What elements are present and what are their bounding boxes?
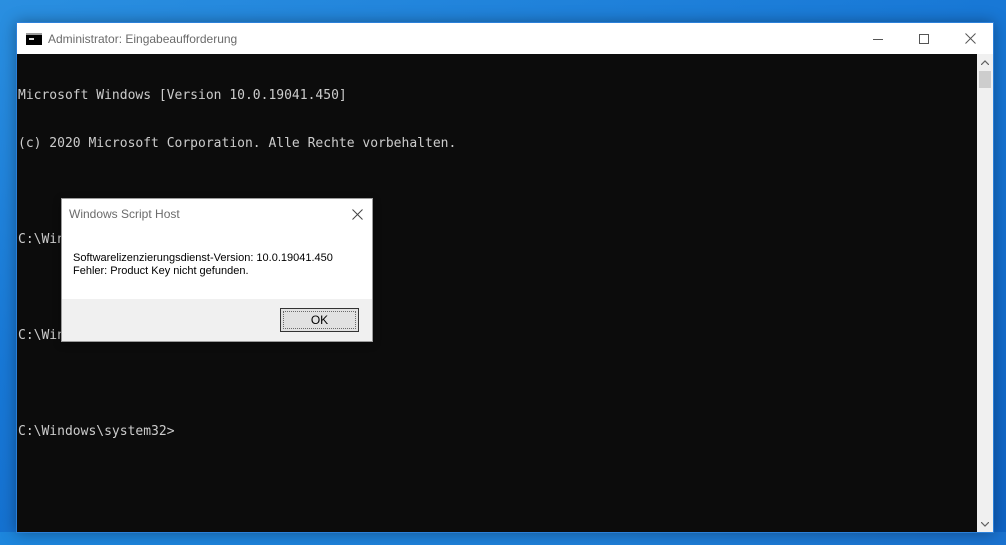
console-line: Microsoft Windows [Version 10.0.19041.45… (18, 88, 347, 103)
minimize-icon (873, 38, 883, 40)
cmd-icon (26, 32, 42, 45)
scroll-down-button[interactable] (977, 516, 993, 532)
minimize-button[interactable] (855, 23, 901, 54)
dialog-close-button[interactable] (348, 205, 366, 223)
maximize-button[interactable] (901, 23, 947, 54)
desktop-wallpaper (0, 532, 1006, 545)
chevron-down-icon (981, 521, 989, 527)
script-host-dialog: Windows Script Host Softwarelizenzierung… (61, 198, 373, 342)
dialog-message-line: Fehler: Product Key nicht gefunden. (73, 265, 249, 277)
console-prompt-line: C:\Windows\system32> (18, 424, 175, 439)
scroll-up-button[interactable] (977, 54, 993, 70)
close-icon (351, 208, 363, 220)
console-line: (c) 2020 Microsoft Corporation. Alle Rec… (18, 136, 457, 151)
dialog-footer: OK (62, 299, 372, 341)
ok-button[interactable]: OK (280, 308, 359, 332)
window-title: Administrator: Eingabeaufforderung (48, 31, 238, 46)
close-button[interactable] (947, 23, 993, 54)
dialog-titlebar[interactable]: Windows Script Host (62, 199, 372, 229)
scroll-thumb[interactable] (979, 71, 991, 88)
window-controls (855, 23, 993, 54)
close-icon (964, 33, 976, 44)
dialog-message: Softwarelizenzierungsdienst-Version: 10.… (62, 229, 372, 300)
maximize-icon (919, 33, 929, 44)
dialog-message-line: Softwarelizenzierungsdienst-Version: 10.… (73, 252, 333, 264)
chevron-up-icon (981, 59, 989, 65)
dialog-title: Windows Script Host (69, 207, 180, 221)
window-titlebar[interactable]: Administrator: Eingabeaufforderung (17, 23, 993, 54)
vertical-scrollbar[interactable] (977, 54, 993, 532)
